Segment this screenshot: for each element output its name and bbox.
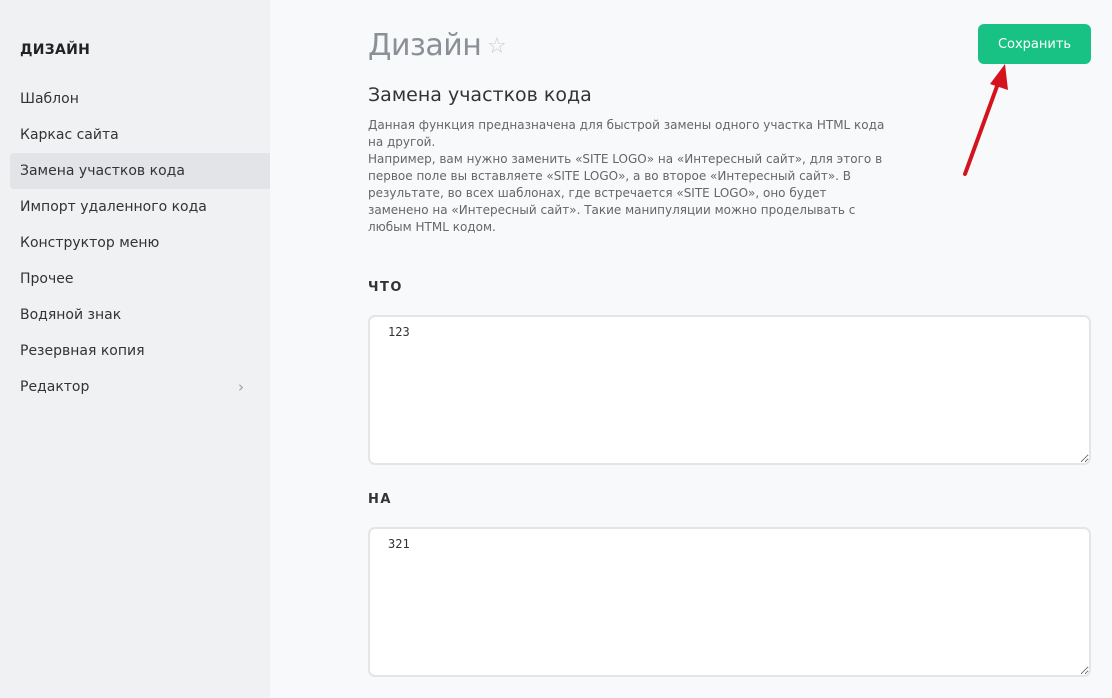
sidebar-item-editor-label: Редактор	[20, 379, 90, 395]
what-field-label: ЧТО	[368, 280, 403, 295]
section-title: Замена участков кода	[368, 84, 592, 106]
chevron-right-icon: ›	[238, 378, 244, 396]
with-field-label: НА	[368, 492, 392, 507]
sidebar-item-site-frame[interactable]: Каркас сайта	[10, 117, 270, 153]
what-field[interactable]: 123	[368, 315, 1091, 465]
sidebar-heading: ДИЗАЙН	[20, 42, 91, 58]
main-content: Дизайн ☆ Сохранить Замена участков кода …	[270, 0, 1112, 698]
sidebar-item-backup[interactable]: Резервная копия	[10, 333, 270, 369]
section-description: Данная функция предназначена для быстрой…	[368, 117, 888, 236]
with-field[interactable]: 321	[368, 527, 1091, 677]
star-icon[interactable]: ☆	[487, 34, 507, 59]
sidebar-item-template[interactable]: Шаблон	[10, 81, 270, 117]
sidebar-item-remote-code-import[interactable]: Импорт удаленного кода	[10, 189, 270, 225]
sidebar-item-other[interactable]: Прочее	[10, 261, 270, 297]
sidebar: ДИЗАЙН Шаблон Каркас сайта Замена участк…	[0, 0, 270, 698]
sidebar-item-code-replace[interactable]: Замена участков кода	[10, 153, 270, 189]
sidebar-nav: Шаблон Каркас сайта Замена участков кода…	[10, 81, 270, 405]
page-title: Дизайн	[368, 28, 482, 63]
sidebar-item-editor[interactable]: Редактор ›	[10, 369, 270, 405]
sidebar-item-menu-builder[interactable]: Конструктор меню	[10, 225, 270, 261]
description-paragraph: Данная функция предназначена для быстрой…	[368, 118, 885, 149]
save-button[interactable]: Сохранить	[978, 24, 1091, 64]
sidebar-item-watermark[interactable]: Водяной знак	[10, 297, 270, 333]
annotation-arrow	[963, 64, 1008, 176]
description-paragraph: Например, вам нужно заменить «SITE LOGO»…	[368, 152, 883, 234]
